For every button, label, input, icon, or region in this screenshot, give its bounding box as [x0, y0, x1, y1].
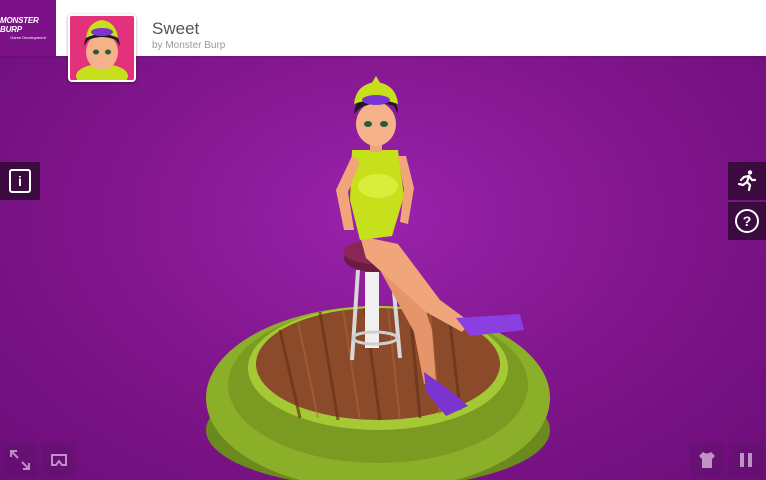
running-figure-icon	[737, 170, 757, 192]
vr-button[interactable]	[42, 443, 76, 477]
pause-button[interactable]	[729, 443, 763, 477]
fullscreen-button[interactable]	[3, 443, 37, 477]
model-inspector-button[interactable]	[690, 443, 724, 477]
model-author[interactable]: by Monster Burp	[152, 40, 225, 51]
animation-button[interactable]	[728, 162, 766, 200]
brand-name: MONSTER BURP	[0, 16, 39, 34]
info-icon: i	[9, 169, 31, 193]
pause-icon	[740, 453, 752, 467]
model-title[interactable]: Sweet	[152, 19, 199, 39]
thumbnail-image	[70, 16, 134, 80]
model-thumbnail[interactable]	[68, 14, 136, 82]
help-icon: ?	[735, 209, 759, 233]
brand-tagline: Game Development	[10, 35, 46, 40]
expand-arrows-icon	[10, 450, 30, 470]
cardboard-icon	[51, 454, 67, 466]
shirt-icon	[699, 452, 715, 468]
info-button[interactable]: i	[0, 162, 40, 200]
help-button[interactable]: ?	[728, 202, 766, 240]
brand-logo[interactable]: MONSTER BURP Game Development	[0, 0, 56, 56]
